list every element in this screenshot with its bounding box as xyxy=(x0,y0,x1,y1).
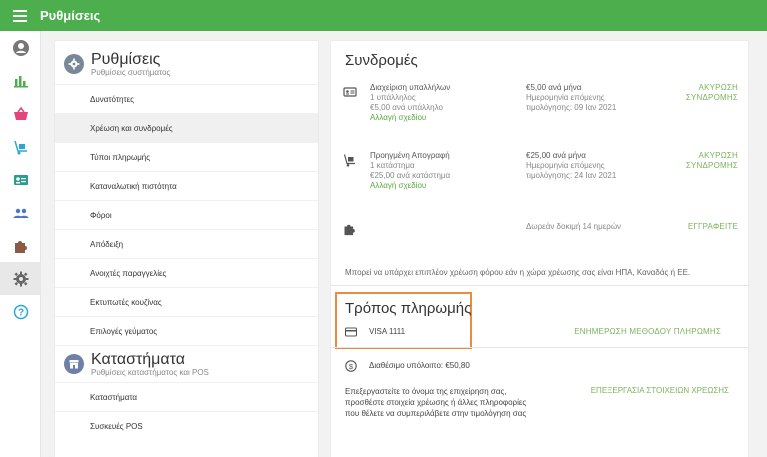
billing-info-text: Επεξεργαστείτε το όνομα της επιχείρηση σ… xyxy=(345,387,527,418)
store-icon xyxy=(64,354,84,374)
subscription-count: 1 υπάλληλος xyxy=(370,93,416,102)
user-circle-icon xyxy=(12,39,29,56)
dollar-coin-icon: $ xyxy=(345,360,357,372)
dolly-icon xyxy=(343,153,357,167)
stores-subtitle: Ρυθμίσεις καταστήματος και POS xyxy=(91,367,209,377)
trial-text: Δωρεάν δοκιμή 14 ημερών xyxy=(526,222,622,231)
credit-card-icon xyxy=(345,327,357,337)
sidebar-item-customers[interactable] xyxy=(0,196,41,229)
next-billing-label: Ημερομηνία επόμενης xyxy=(526,93,605,102)
section-divider xyxy=(331,347,748,348)
id-badge-icon xyxy=(343,85,357,99)
subscription-price: €5,00 ανά μήνα xyxy=(526,83,582,92)
update-payment-method-button[interactable]: ΕΝΗΜΕΡΩΣΗ ΜΕΘΟΔΟΥ ΠΛΗΡΩΜΗΣ xyxy=(574,327,721,336)
sidebar-item-inventory[interactable] xyxy=(0,130,41,163)
change-plan-link[interactable]: Αλλαγή σχεδίου xyxy=(370,181,450,191)
billing-card: Συνδρομές Διαχείριση υπαλλήλων 1 υπάλληλ… xyxy=(331,41,748,457)
menu-item-receipt[interactable]: Απόδειξη xyxy=(55,229,318,258)
available-balance: Διαθέσιμο υπόλοιπο: €50,80 xyxy=(369,361,470,370)
gear-icon xyxy=(13,271,28,286)
subscription-unit-price: €5,00 ανά υπάλληλο xyxy=(370,103,443,112)
puzzle-icon xyxy=(343,222,357,236)
cancel-subscription-button[interactable]: ΑΚΥΡΩΣΗ ΣΥΝΔΡΟΜΗΣ xyxy=(686,151,738,171)
svg-text:$: $ xyxy=(349,362,354,371)
help-icon: ? xyxy=(13,304,28,319)
menu-item-billing[interactable]: Χρέωση και συνδρομές xyxy=(55,113,318,142)
top-app-bar: Ρυθμίσεις xyxy=(0,0,767,31)
sidebar-item-settings[interactable] xyxy=(0,262,41,295)
stores-title: Καταστήματα xyxy=(91,350,185,368)
bar-chart-icon xyxy=(13,75,28,87)
people-icon xyxy=(13,208,28,218)
payment-method-title: Τρόπος πληρωμής xyxy=(345,300,472,317)
page-title: Ρυθμίσεις xyxy=(40,8,101,23)
card-label: VISA 1111 xyxy=(369,327,406,336)
sidebar-item-reports[interactable] xyxy=(0,64,41,97)
change-plan-link[interactable]: Αλλαγή σχεδίου xyxy=(370,113,450,123)
sidebar-item-items[interactable] xyxy=(0,97,41,130)
cancel-subscription-button[interactable]: ΑΚΥΡΩΣΗ ΣΥΝΔΡΟΜΗΣ xyxy=(686,83,738,103)
menu-item-loyalty[interactable]: Καταναλωτική πιστότητα xyxy=(55,171,318,200)
id-card-icon xyxy=(13,174,28,185)
menu-item-open-orders[interactable]: Ανοιχτές παραγγελίες xyxy=(55,258,318,287)
puzzle-icon xyxy=(14,240,27,253)
settings-subtitle: Ρυθμίσεις συστήματος xyxy=(91,67,171,77)
subscribe-button[interactable]: ΕΓΓΡΑΦΕΙΤΕ xyxy=(688,222,738,232)
edit-billing-details-button[interactable]: ΕΠΕΞΕΡΓΑΣΙΑ ΣΤΟΙΧΕΙΩΝ ΧΡΕΩΣΗΣ xyxy=(591,386,729,395)
next-billing-date: τιμολόγησης: 24 Ιαν 2021 xyxy=(526,171,617,180)
sidebar: ? xyxy=(0,31,41,457)
settings-section-header: Ρυθμίσεις Ρυθμίσεις συστήματος xyxy=(55,41,318,84)
menu-item-features[interactable]: Δυνατότητες xyxy=(55,84,318,113)
settings-title: Ρυθμίσεις xyxy=(91,50,161,68)
menu-item-payment-types[interactable]: Τύποι πληρωμής xyxy=(55,142,318,171)
menu-item-stores[interactable]: Καταστήματα xyxy=(55,382,318,411)
subscription-unit-price: €25,00 ανά κατάστημα xyxy=(370,171,451,180)
menu-item-dining-options[interactable]: Επιλογές γεύματος xyxy=(55,316,318,345)
tax-note: Μπορεί να υπάρχει επιπλέον χρέωση φόρου … xyxy=(345,268,691,277)
sidebar-item-employees[interactable] xyxy=(0,163,41,196)
dolly-icon xyxy=(13,140,27,154)
next-billing-date: τιμολόγησης: 09 Ιαν 2021 xyxy=(526,103,617,112)
next-billing-label: Ημερομηνία επόμενης xyxy=(526,161,605,170)
subscription-name: Προηγμένη Απογραφή xyxy=(370,151,450,160)
subscription-price: €25,00 ανά μήνα xyxy=(526,151,586,160)
subscription-row-inventory: Προηγμένη Απογραφή 1 κατάστημα €25,00 αν… xyxy=(343,151,738,201)
sidebar-item-account[interactable] xyxy=(0,31,41,64)
stores-section-header: Καταστήματα Ρυθμίσεις καταστήματος και P… xyxy=(55,345,318,382)
svg-text:?: ? xyxy=(17,307,23,318)
settings-menu-card: Ρυθμίσεις Ρυθμίσεις συστήματος Δυνατότητ… xyxy=(55,41,318,457)
hamburger-menu-icon[interactable] xyxy=(0,0,40,31)
subscriptions-title: Συνδρομές xyxy=(345,52,418,69)
menu-item-kitchen-printers[interactable]: Εκτυπωτές κουζίνας xyxy=(55,287,318,316)
sidebar-item-integrations[interactable] xyxy=(0,229,41,262)
section-divider xyxy=(331,285,748,286)
trial-row: Δωρεάν δοκιμή 14 ημερών ΕΓΓΡΑΦΕΙΤΕ xyxy=(343,220,738,240)
basket-icon xyxy=(13,106,28,120)
menu-item-taxes[interactable]: Φόροι xyxy=(55,200,318,229)
settings-gear-icon xyxy=(64,54,84,74)
menu-item-pos-devices[interactable]: Συσκευές POS xyxy=(55,411,318,440)
subscription-row-employees: Διαχείριση υπαλλήλων 1 υπάλληλος €5,00 α… xyxy=(343,83,738,133)
sidebar-item-help[interactable]: ? xyxy=(0,295,41,328)
subscription-name: Διαχείριση υπαλλήλων xyxy=(370,83,451,92)
subscription-count: 1 κατάστημα xyxy=(370,161,415,170)
